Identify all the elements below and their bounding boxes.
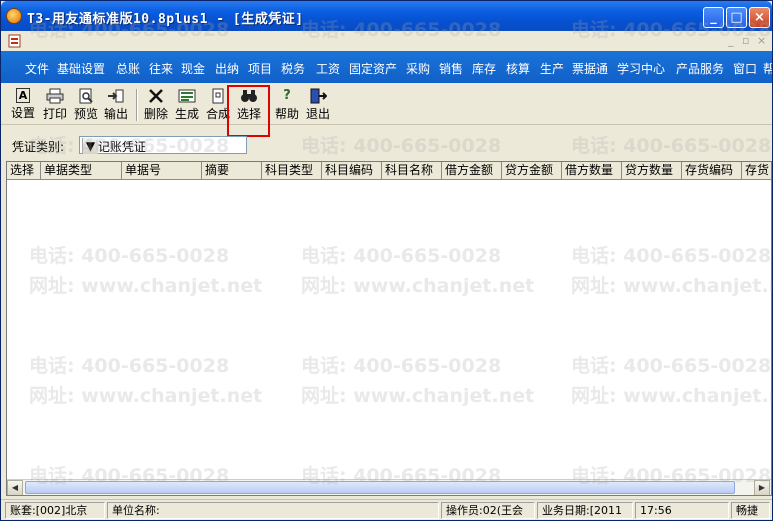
menu-costing[interactable]: 核算 — [506, 60, 530, 77]
help-icon: ? — [283, 88, 291, 103]
voucher-type-select[interactable]: 记 记账凭证 ▼ — [79, 136, 247, 154]
mdi-strip: _ ▫ × — [1, 31, 772, 51]
column-header-account-code[interactable]: 科目编码 — [322, 162, 382, 180]
menu-bills[interactable]: 票据通 — [572, 60, 608, 77]
print-button[interactable]: 打印 — [41, 87, 69, 123]
column-header-summary[interactable]: 摘要 — [202, 162, 262, 180]
menu-tax[interactable]: 税务 — [281, 60, 305, 77]
export-button[interactable]: 输出 — [102, 87, 130, 123]
help-button[interactable]: ? 帮助 — [273, 87, 301, 123]
menu-purchase[interactable]: 采购 — [406, 60, 430, 77]
status-unit-name: 单位名称: — [107, 502, 439, 519]
column-header-inventory-code[interactable]: 存货编码 — [682, 162, 742, 180]
preview-button[interactable]: 预览 — [72, 87, 100, 123]
column-header-account-name[interactable]: 科目名称 — [382, 162, 442, 180]
toolbar-separator — [136, 89, 138, 121]
export-icon — [108, 89, 124, 103]
child-close-button[interactable]: × — [757, 34, 766, 47]
title-bar[interactable]: T3-用友通标准版10.8plus1 - [生成凭证] _ □ × — [1, 1, 772, 31]
column-header-select[interactable]: 选择 — [7, 162, 41, 180]
status-account: 账套:[002]北京 — [5, 502, 105, 519]
column-header-debit-amount[interactable]: 借方金额 — [442, 162, 502, 180]
menu-learning-center[interactable]: 学习中心 — [617, 60, 665, 77]
delete-icon — [149, 89, 163, 103]
column-header-doc-type[interactable]: 单据类型 — [41, 162, 122, 180]
setup-icon: A — [16, 88, 30, 103]
column-header-debit-quantity[interactable]: 借方数量 — [562, 162, 622, 180]
menu-production[interactable]: 生产 — [540, 60, 564, 77]
menu-receivables[interactable]: 往来 — [149, 60, 173, 77]
menu-cash[interactable]: 现金 — [181, 60, 205, 77]
status-bar: 账套:[002]北京 单位名称: 操作员:02(王会 业务日期:[2011 17… — [1, 499, 772, 520]
menu-cashier[interactable]: 出纳 — [215, 60, 239, 77]
app-logo-icon — [6, 8, 22, 24]
minimize-button[interactable]: _ — [703, 7, 724, 28]
menu-file[interactable]: 文件 — [25, 60, 49, 77]
voucher-type-label: 凭证类别: — [12, 140, 65, 154]
grid-header: 选择 单据类型 单据号 摘要 科目类型 科目编码 科目名称 借方金额 贷方金额 … — [7, 162, 771, 180]
menu-project[interactable]: 项目 — [248, 60, 272, 77]
status-business-date: 业务日期:[2011 — [537, 502, 633, 519]
menu-inventory[interactable]: 库存 — [472, 60, 496, 77]
status-mode: 畅捷 — [731, 502, 770, 519]
column-header-inventory[interactable]: 存货 — [742, 162, 771, 180]
app-window: T3-用友通标准版10.8plus1 - [生成凭证] _ □ × _ ▫ × … — [0, 0, 773, 521]
generate-icon — [178, 89, 196, 103]
exit-button[interactable]: 退出 — [304, 87, 332, 123]
toolbar: A 设置 打印 预览 输出 删除 生成 合成 选择 ? 帮助 退出 — [1, 83, 772, 125]
maximize-button[interactable]: □ — [726, 7, 747, 28]
chevron-down-icon[interactable]: ▼ — [82, 138, 98, 154]
column-header-account-type[interactable]: 科目类型 — [262, 162, 322, 180]
scroll-left-icon[interactable]: ◀ — [7, 480, 23, 495]
menu-general-ledger[interactable]: 总账 — [116, 60, 140, 77]
column-header-credit-quantity[interactable]: 贷方数量 — [622, 162, 682, 180]
status-time: 17:56 — [635, 502, 729, 519]
menu-payroll[interactable]: 工资 — [316, 60, 340, 77]
window-title: T3-用友通标准版10.8plus1 - [生成凭证] — [27, 12, 304, 27]
merge-icon — [212, 88, 224, 104]
voucher-grid: 选择 单据类型 单据号 摘要 科目类型 科目编码 科目名称 借方金额 贷方金额 … — [6, 161, 772, 496]
select-button-highlight — [227, 85, 270, 137]
document-icon — [8, 34, 21, 48]
generate-button[interactable]: 生成 — [173, 87, 201, 123]
voucher-type-row: 凭证类别: 记 记账凭证 ▼ — [1, 133, 772, 157]
preview-icon — [79, 88, 93, 104]
status-operator: 操作员:02(王会 — [441, 502, 535, 519]
setup-button[interactable]: A 设置 — [9, 87, 37, 123]
scroll-right-icon[interactable]: ▶ — [754, 480, 770, 495]
menu-basic-settings[interactable]: 基础设置 — [57, 60, 105, 77]
exit-door-icon — [310, 88, 327, 104]
scrollbar-thumb[interactable] — [25, 481, 735, 494]
menu-window[interactable]: 窗口 — [733, 60, 757, 77]
column-header-doc-number[interactable]: 单据号 — [122, 162, 202, 180]
close-button[interactable]: × — [749, 7, 770, 28]
horizontal-scrollbar[interactable]: ◀ ▶ — [7, 479, 771, 495]
menu-product-services[interactable]: 产品服务 — [676, 60, 724, 77]
menu-fixed-assets[interactable]: 固定资产 — [349, 60, 397, 77]
menu-sales[interactable]: 销售 — [439, 60, 463, 77]
delete-button[interactable]: 删除 — [142, 87, 170, 123]
menu-help[interactable]: 帮 — [763, 60, 772, 77]
child-restore-button[interactable]: ▫ — [742, 34, 749, 47]
printer-icon — [46, 88, 64, 104]
menu-bar: 文件 基础设置 总账 往来 现金 出纳 项目 税务 工资 固定资产 采购 销售 … — [1, 51, 772, 83]
column-header-credit-amount[interactable]: 贷方金额 — [502, 162, 562, 180]
child-minimize-button[interactable]: _ — [728, 34, 734, 47]
